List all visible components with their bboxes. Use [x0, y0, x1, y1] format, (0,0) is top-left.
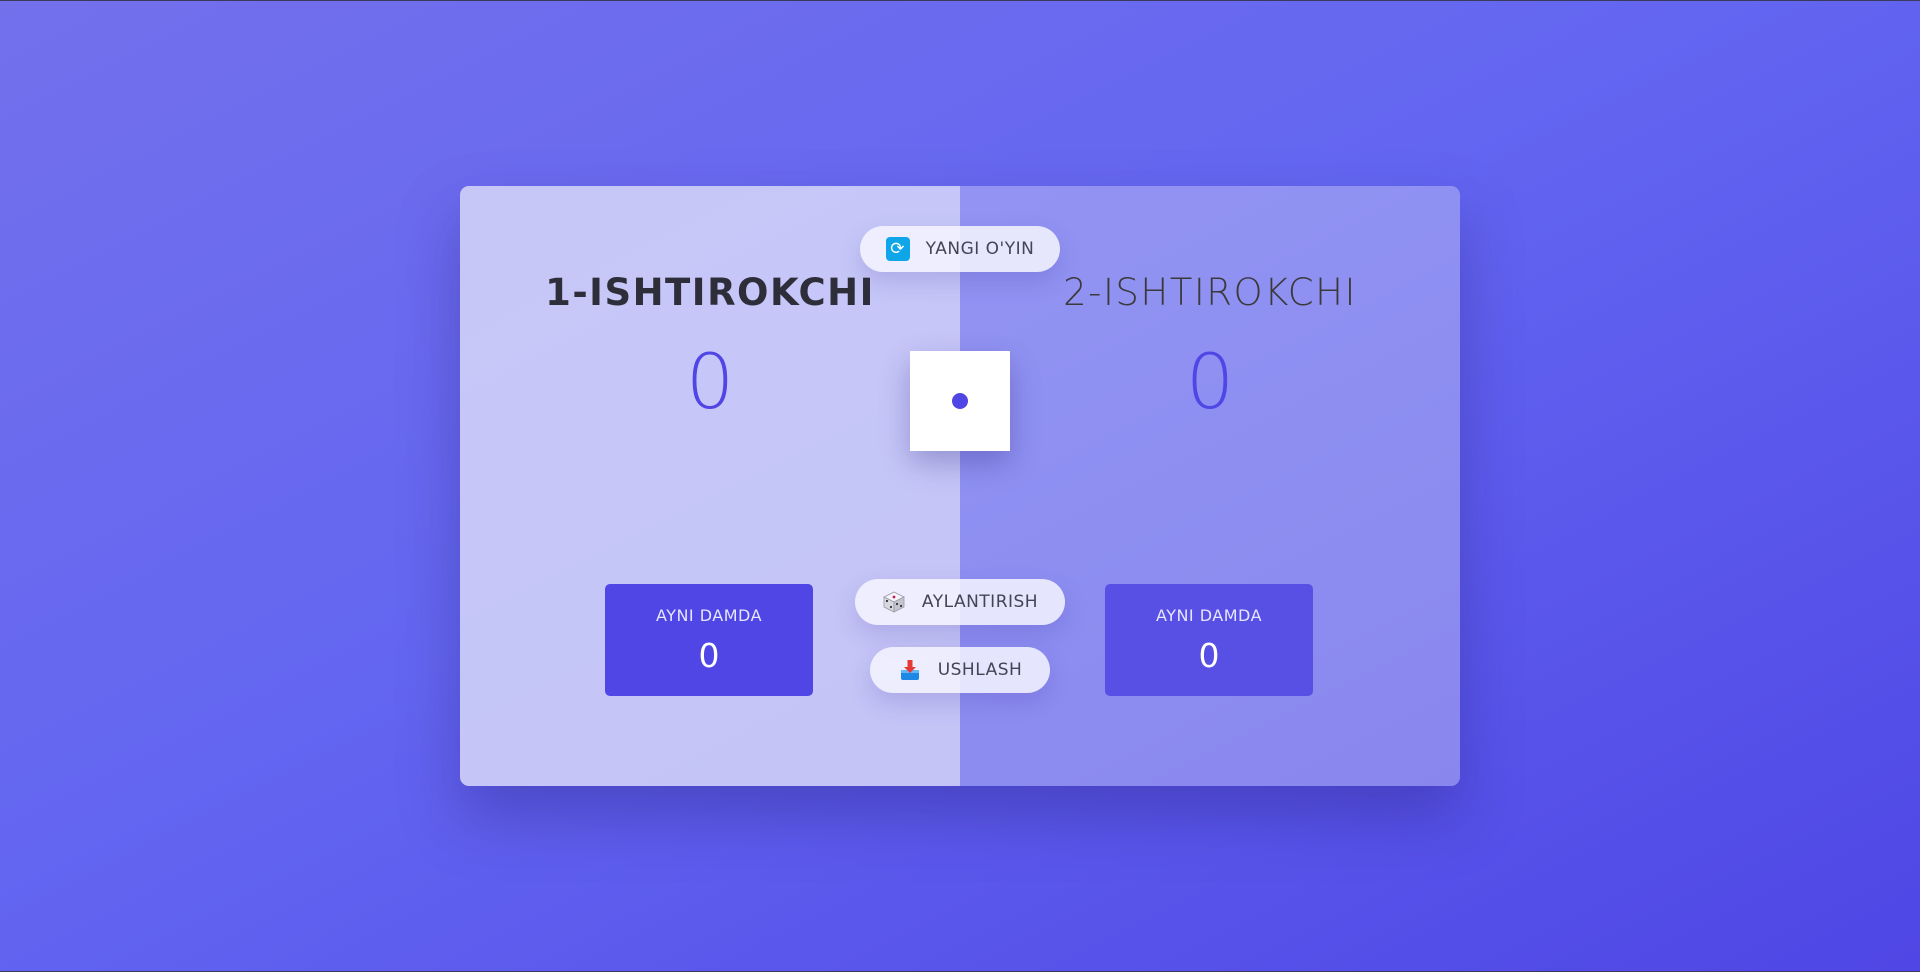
player-2-current-box: AYNI DAMDA 0	[1105, 584, 1313, 696]
player-2-score: 0	[1185, 337, 1235, 426]
player-2-current-score: 0	[1198, 636, 1220, 675]
dice-pip	[952, 393, 968, 409]
roll-dice-label: AYLANTIRISH	[921, 592, 1039, 612]
roll-dice-button[interactable]: AYLANTIRISH	[855, 579, 1065, 625]
player-1-current-box: AYNI DAMDA 0	[605, 584, 813, 696]
player-2-name: 2-ISHTIROKCHI	[1063, 271, 1357, 314]
hold-button[interactable]: USHLASH	[870, 647, 1050, 693]
player-1-current-label: AYNI DAMDA	[655, 606, 763, 625]
player-1-score: 0	[685, 337, 735, 426]
top-border	[0, 0, 1920, 1]
inbox-tray-icon	[898, 658, 922, 682]
hold-label: USHLASH	[937, 660, 1023, 680]
player-2-current-label: AYNI DAMDA	[1155, 606, 1263, 625]
player-1-panel: 1-ISHTIROKCHI 0 AYNI DAMDA 0	[460, 186, 960, 786]
new-game-label: YANGI O'YIN	[925, 239, 1035, 259]
dice	[910, 351, 1010, 451]
player-1-current-score: 0	[698, 636, 720, 675]
refresh-icon: ⟳	[885, 237, 910, 261]
new-game-button[interactable]: ⟳ YANGI O'YIN	[860, 226, 1060, 272]
game-board: 1-ISHTIROKCHI 0 AYNI DAMDA 0 2-ISHTIROKC…	[460, 186, 1460, 786]
dice-icon	[882, 590, 906, 614]
player-1-name: 1-ISHTIROKCHI	[545, 271, 875, 314]
player-2-panel: 2-ISHTIROKCHI 0 AYNI DAMDA 0	[960, 186, 1460, 786]
